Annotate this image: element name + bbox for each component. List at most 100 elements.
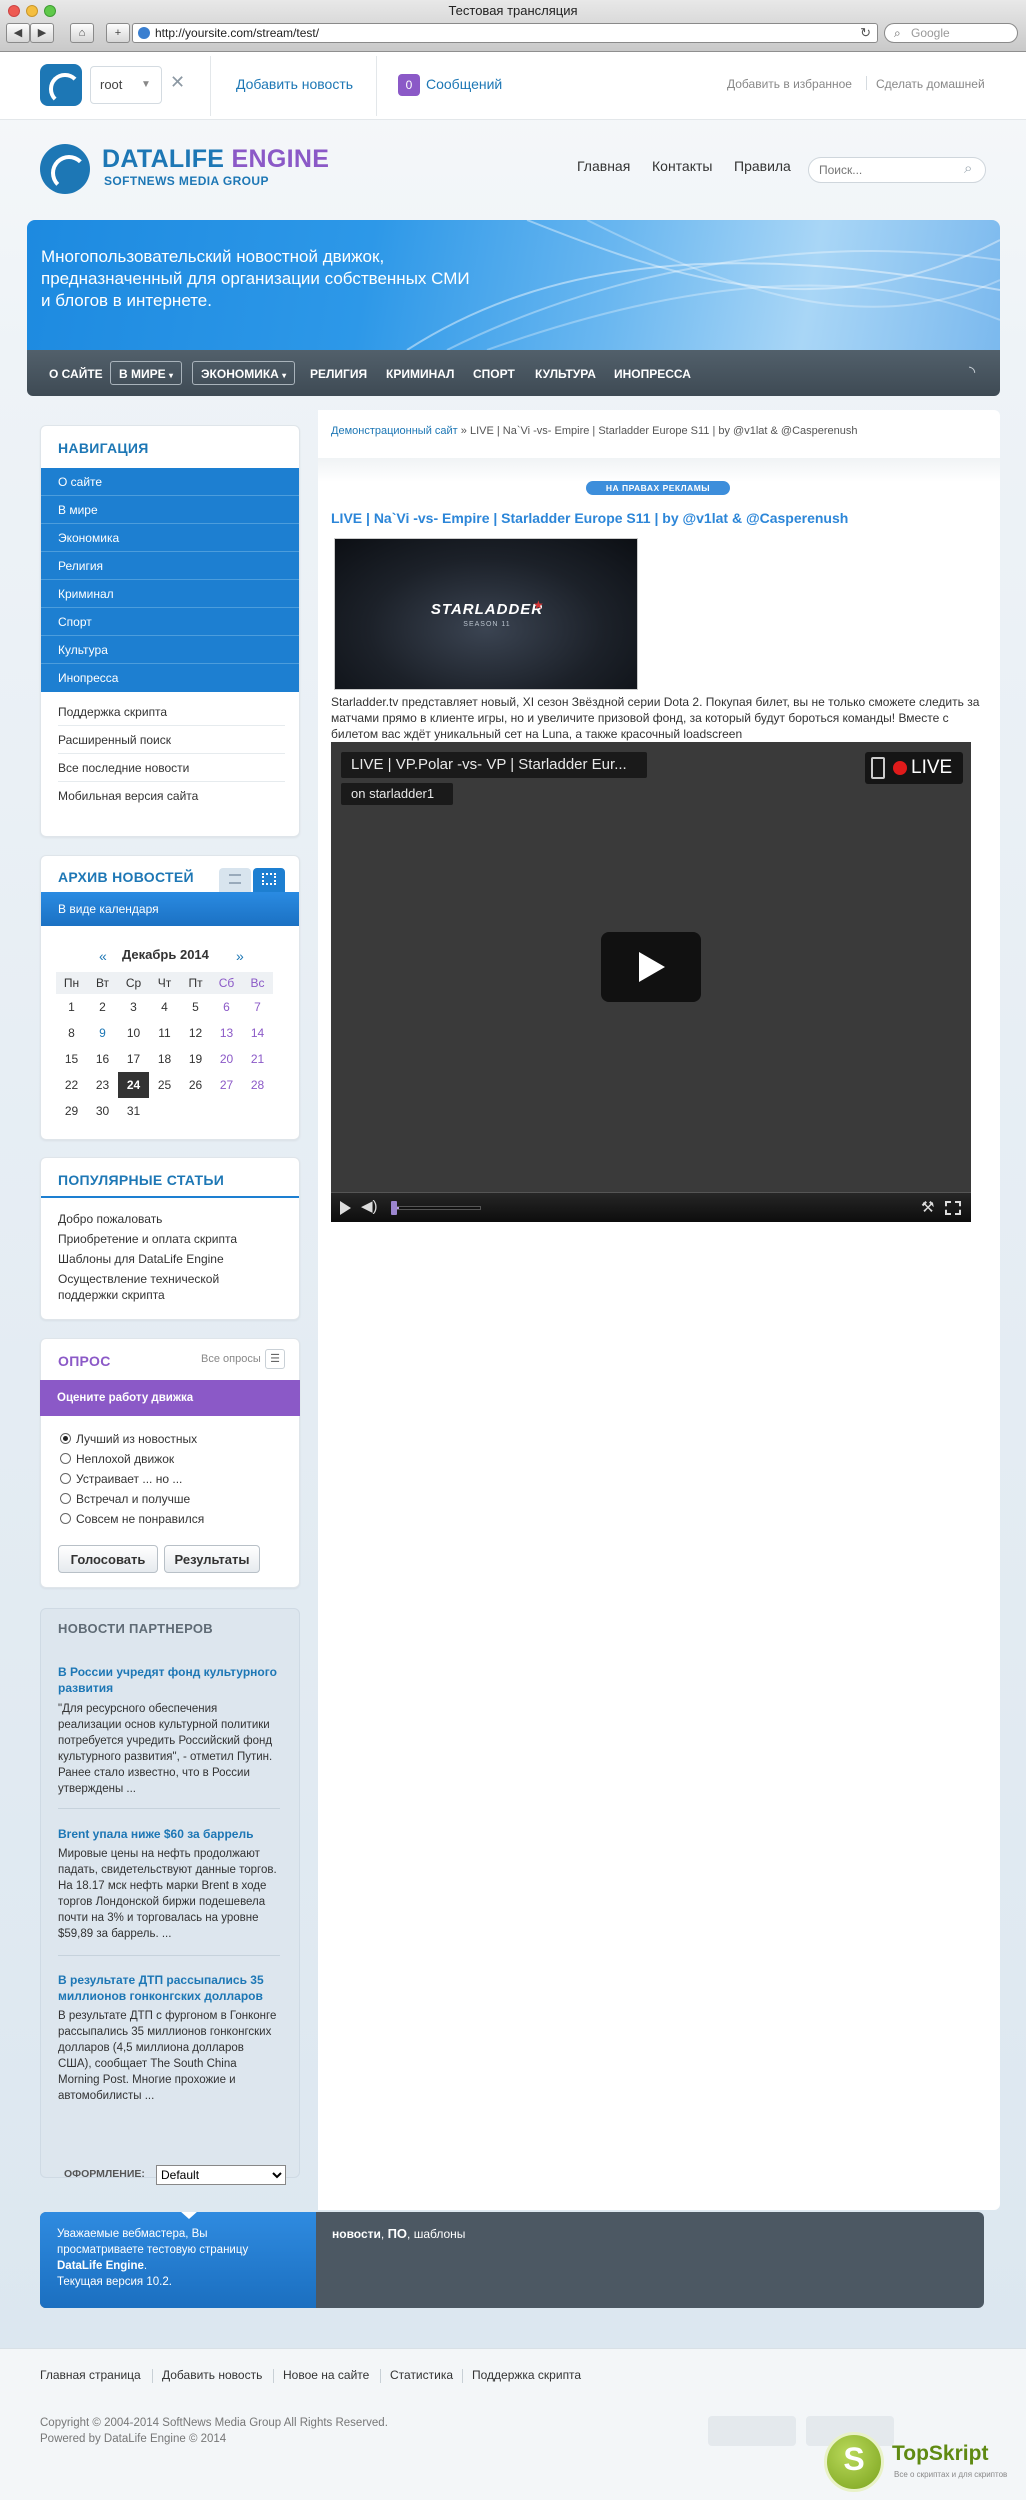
video-title[interactable]: LIVE | VP.Polar -vs- VP | Starladder Eur…: [341, 752, 647, 778]
results-button[interactable]: Результаты: [164, 1545, 260, 1573]
vote-button[interactable]: Голосовать: [58, 1545, 158, 1573]
footer-link-stats[interactable]: Статистика: [390, 2368, 453, 2382]
calendar-today[interactable]: 24: [118, 1072, 149, 1098]
video-player[interactable]: LIVE | VP.Polar -vs- VP | Starladder Eur…: [331, 742, 971, 1222]
popular-article-link[interactable]: Осуществление технической поддержки скри…: [58, 1271, 228, 1303]
calendar-day: 8: [68, 1026, 75, 1040]
sidebar-item-sport[interactable]: Спорт: [41, 608, 299, 636]
calendar-next-month[interactable]: »: [236, 948, 244, 964]
poll-option[interactable]: Встречал и получше: [60, 1492, 190, 1506]
search-icon[interactable]: ⌕: [964, 160, 972, 177]
add-to-favorites-link[interactable]: Добавить в избранное: [727, 77, 852, 91]
add-news-link[interactable]: Добавить новость: [236, 76, 353, 92]
home-button[interactable]: ⌂: [70, 23, 94, 43]
divider: [273, 2369, 274, 2383]
nav-home-link[interactable]: Главная: [577, 158, 630, 174]
grid-icon: [262, 873, 276, 885]
nav-rules-link[interactable]: Правила: [734, 158, 791, 174]
calendar-day: [242, 1098, 273, 1124]
fullscreen-icon[interactable]: [945, 1201, 961, 1215]
archive-list-view-tab[interactable]: [219, 868, 251, 892]
sidebar-item-support[interactable]: Поддержка скрипта: [58, 698, 285, 726]
calendar-prev-month[interactable]: «: [99, 948, 107, 964]
user-avatar[interactable]: [40, 64, 82, 106]
tag-templates[interactable]: , шаблоны: [407, 2227, 465, 2241]
popular-article-link[interactable]: Приобретение и оплата скрипта: [58, 1231, 278, 1247]
sidebar-item-mobile[interactable]: Мобильная версия сайта: [58, 782, 285, 810]
sidebar-item-about[interactable]: О сайте: [41, 468, 299, 496]
archive-calendar-bar[interactable]: В виде календаря: [41, 892, 299, 926]
divider: [380, 2369, 381, 2383]
site-search-input[interactable]: [808, 157, 986, 183]
calendar-day: 18: [157, 1052, 172, 1066]
video-channel[interactable]: on starladder1: [341, 783, 453, 805]
play-button[interactable]: [601, 932, 701, 1002]
article-title[interactable]: LIVE | Na`Vi -vs- Empire | Starladder Eu…: [331, 510, 991, 526]
sidebar-item-religion[interactable]: Религия: [41, 552, 299, 580]
poll-option[interactable]: Совсем не понравился: [60, 1512, 204, 1526]
popular-article-link[interactable]: Шаблоны для DataLife Engine: [58, 1251, 278, 1267]
sidebar-item-crime[interactable]: Криминал: [41, 580, 299, 608]
progress-track[interactable]: [393, 1206, 481, 1210]
datalife-logo-icon[interactable]: [40, 144, 90, 194]
volume-icon[interactable]: ◀): [361, 1197, 378, 1215]
archive-calendar-view-tab[interactable]: [253, 868, 285, 892]
category-religion[interactable]: РЕЛИГИЯ: [310, 362, 367, 386]
sidebar-item-economy[interactable]: Экономика: [41, 524, 299, 552]
brand-logo-text[interactable]: DATALIFE ENGINE: [102, 145, 329, 174]
new-tab-button[interactable]: +: [106, 23, 130, 43]
all-polls-link[interactable]: Все опросы: [201, 1353, 261, 1365]
reload-icon[interactable]: ↻: [860, 24, 871, 42]
messages-count-badge[interactable]: 0: [398, 74, 420, 96]
sidebar-item-latest-news[interactable]: Все последние новости: [58, 754, 285, 782]
poll-option[interactable]: Лучший из новостных: [60, 1432, 197, 1446]
make-homepage-link[interactable]: Сделать домашней: [876, 77, 985, 91]
logout-close-icon[interactable]: ✕: [170, 72, 185, 93]
category-economy-dropdown[interactable]: ЭКОНОМИКА ▾: [192, 361, 296, 385]
footer-link-add-news[interactable]: Добавить новость: [162, 2368, 262, 2382]
category-about[interactable]: О САЙТЕ: [49, 362, 103, 386]
calendar-month-title: Декабрь 2014: [122, 947, 209, 962]
popular-article-link[interactable]: Добро пожаловать: [58, 1211, 278, 1227]
partner-news-title[interactable]: В результате ДТП рассыпались 35 миллионо…: [58, 1972, 280, 2004]
category-world-dropdown[interactable]: В МИРЕ ▾: [110, 361, 182, 385]
footer-link-support[interactable]: Поддержка скрипта: [472, 2368, 581, 2382]
sidebar-item-culture[interactable]: Культура: [41, 636, 299, 664]
partner-news-title[interactable]: В России учредят фонд культурного развит…: [58, 1664, 280, 1696]
poll-option[interactable]: Устраивает ... но ...: [60, 1472, 182, 1486]
progress-handle[interactable]: [391, 1201, 397, 1215]
calendar-day: 29: [64, 1104, 79, 1118]
category-culture[interactable]: КУЛЬТУРА: [535, 362, 596, 386]
nav-contacts-link[interactable]: Контакты: [652, 158, 712, 174]
divider: [376, 56, 377, 116]
poll-title: ОПРОС: [58, 1353, 111, 1369]
category-sport[interactable]: СПОРТ: [473, 362, 515, 386]
tag-software[interactable]: ПО: [388, 2226, 407, 2241]
calendar-day: 26: [188, 1078, 203, 1092]
play-small-icon[interactable]: [340, 1201, 351, 1215]
user-menu-dropdown[interactable]: root ▼: [90, 66, 162, 104]
sidebar-item-inopressa[interactable]: Инопресса: [41, 664, 299, 692]
back-button[interactable]: ◀: [6, 23, 30, 43]
browser-search-field[interactable]: ⌕ Google: [884, 23, 1018, 43]
skin-select[interactable]: Default: [156, 2165, 286, 2185]
footer-link-home[interactable]: Главная страница: [40, 2368, 141, 2382]
forward-button[interactable]: ▶: [30, 23, 54, 43]
poll-option[interactable]: Неплохой движок: [60, 1452, 174, 1466]
messages-link[interactable]: Сообщений: [426, 76, 502, 92]
tag-news[interactable]: новости: [332, 2227, 381, 2241]
sidebar-item-advanced-search[interactable]: Расширенный поиск: [58, 726, 285, 754]
settings-wrench-icon[interactable]: ⚒: [921, 1198, 934, 1216]
sidebar-item-world[interactable]: В мире: [41, 496, 299, 524]
footer-link-new[interactable]: Новое на сайте: [283, 2368, 369, 2382]
article-image[interactable]: STARLADDER SEASON 11 ★: [334, 538, 638, 690]
category-crime[interactable]: КРИМИНАЛ: [386, 362, 454, 386]
rss-icon[interactable]: ◝: [969, 362, 975, 382]
partner-news-title[interactable]: Brent упала ниже $60 за баррель: [58, 1826, 280, 1842]
menu-lines-icon[interactable]: ☰: [265, 1349, 285, 1369]
category-inopressa[interactable]: ИНОПРЕССА: [614, 362, 691, 386]
address-bar[interactable]: http://yoursite.com/stream/test/ ↻: [132, 23, 878, 43]
breadcrumb-home-link[interactable]: Демонстрационный сайт: [331, 425, 458, 437]
calendar-day-link[interactable]: 9: [87, 1020, 118, 1046]
webmaster-notice-panel: Уважаемые вебмастера, Вы просматриваете …: [40, 2212, 316, 2308]
